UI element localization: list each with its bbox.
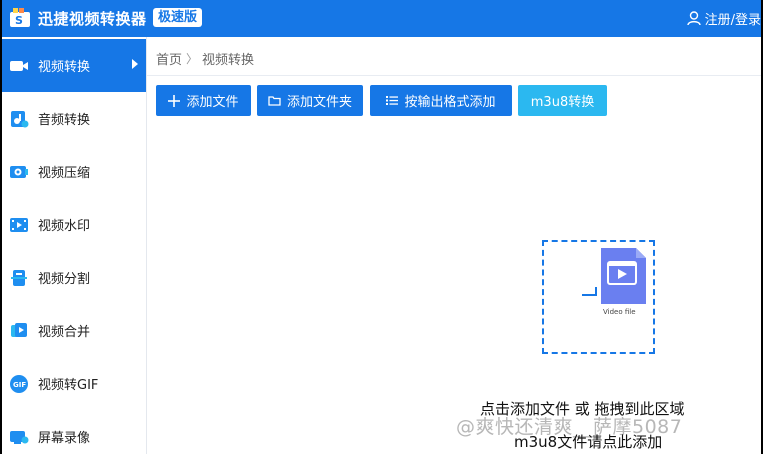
app-window: S 迅捷视频转换器 极速版 注册/登录 视频转换 音频转换 视频压缩 视频水印 …: [2, 0, 761, 454]
m3u8-convert-button[interactable]: m3u8转换: [518, 85, 607, 116]
sidebar-item-label: 视频转GIF: [38, 378, 99, 393]
hook-line: [582, 294, 596, 296]
plus-icon: [168, 94, 181, 107]
breadcrumb-home-link[interactable]: 首页: [156, 49, 182, 68]
login-label: 注册/登录: [704, 13, 761, 28]
svg-text:GIF: GIF: [13, 381, 26, 389]
video-camera-icon: [9, 56, 29, 76]
add-file-button[interactable]: 添加文件: [156, 85, 251, 116]
sidebar-item-label: 视频压缩: [38, 166, 91, 181]
edition-badge: 极速版: [153, 8, 203, 27]
video-watermark-icon: [9, 215, 29, 235]
file-type-label: Video file: [603, 308, 636, 316]
sidebar-item-label: 视频水印: [38, 219, 91, 234]
add-by-format-label: 按输出格式添加: [404, 95, 496, 110]
app-title: 迅捷视频转换器: [38, 10, 147, 28]
add-folder-label: 添加文件夹: [286, 95, 352, 110]
add-folder-button[interactable]: 添加文件夹: [257, 85, 363, 116]
sidebar-item-audio-convert[interactable]: 音频转换: [2, 92, 146, 145]
folder-icon: [268, 96, 281, 106]
sidebar-item-label: 视频转换: [38, 60, 91, 75]
svg-text:S: S: [15, 14, 23, 27]
audio-convert-icon: [9, 109, 29, 129]
sidebar-item-screen-record[interactable]: 屏幕录像: [2, 410, 146, 454]
add-file-label: 添加文件: [186, 95, 239, 110]
drop-zone[interactable]: Video file: [542, 240, 655, 354]
sidebar-item-label: 音频转换: [38, 113, 91, 128]
sidebar-item-video-convert[interactable]: 视频转换: [2, 39, 146, 92]
user-icon: [686, 11, 701, 26]
divider: [147, 75, 761, 76]
login-button[interactable]: 注册/登录: [686, 9, 761, 28]
screen-record-icon: [9, 427, 29, 447]
m3u8-convert-label: m3u8转换: [530, 95, 595, 110]
hook-line: [595, 287, 597, 296]
chevron-right-icon: [132, 59, 138, 69]
sidebar-item-video-to-gif[interactable]: GIF 视频转GIF: [2, 357, 146, 410]
sidebar-item-video-split[interactable]: 视频分割: [2, 251, 146, 304]
m3u8-hint-link[interactable]: m3u8文件请点此添加: [514, 431, 662, 452]
video-file-icon: [601, 248, 646, 304]
sidebar-item-label: 视频分割: [38, 272, 91, 287]
sidebar-item-label: 屏幕录像: [38, 431, 91, 446]
sidebar-item-video-compress[interactable]: 视频压缩: [2, 145, 146, 198]
video-split-icon: [9, 268, 29, 288]
add-by-format-button[interactable]: 按输出格式添加: [370, 85, 512, 116]
sidebar-item-video-merge[interactable]: 视频合并: [2, 304, 146, 357]
breadcrumb-current: 视频转换: [202, 53, 255, 68]
video-merge-icon: [9, 321, 29, 341]
title-bar: S 迅捷视频转换器 极速版 注册/登录: [2, 0, 761, 37]
app-logo-icon: S: [10, 8, 30, 27]
breadcrumb: 首页 〉 视频转换: [156, 49, 254, 68]
video-compress-icon: [9, 162, 29, 182]
list-icon: [386, 96, 399, 105]
gif-icon: GIF: [9, 374, 29, 394]
breadcrumb-separator: 〉: [186, 52, 199, 66]
main-panel: 首页 〉 视频转换 添加文件 添加文件夹 按输出格式添加 m3u8转换 Vide…: [147, 37, 761, 454]
sidebar-item-label: 视频合并: [38, 325, 91, 340]
sidebar-item-video-watermark[interactable]: 视频水印: [2, 198, 146, 251]
sidebar: 视频转换 音频转换 视频压缩 视频水印 视频分割 视频合并 GIF 视频转GIF…: [2, 37, 147, 454]
